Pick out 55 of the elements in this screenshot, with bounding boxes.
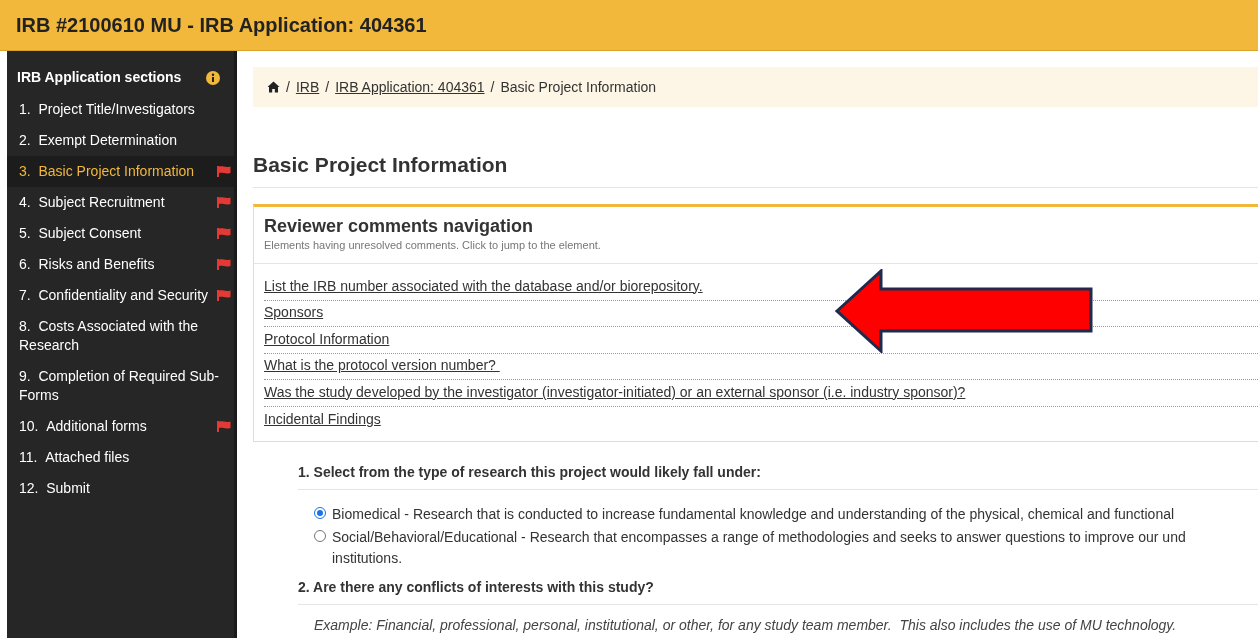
sidebar-item[interactable]: 8. Costs Associated with the Research (7, 311, 234, 361)
page-header-title: IRB #2100610 MU - IRB Application: 404361 (16, 13, 427, 38)
sidebar-item-label: 2. Exempt Determination (19, 131, 178, 150)
comment-link[interactable]: What is the protocol version number? (264, 355, 500, 376)
breadcrumb-link[interactable]: IRB (295, 76, 320, 98)
flag-icon (217, 197, 231, 208)
comment-link[interactable]: Incidental Findings (264, 409, 381, 430)
sidebar-item[interactable]: 7. Confidentiality and Security (7, 280, 234, 311)
flag-icon (217, 228, 231, 239)
sidebar-item[interactable]: 3. Basic Project Information (7, 156, 234, 187)
comment-link[interactable]: List the IRB number associated with the database and/or biorepository. (264, 275, 703, 297)
sidebar-item-label: 6. Risks and Benefits (19, 255, 156, 274)
question-label: 2. Are there any conflicts of interests with this study? (298, 577, 1258, 605)
sidebar-title: IRB Application sections (17, 68, 182, 87)
sidebar-item-label: 10. Additional forms (19, 417, 148, 436)
sidebar-item[interactable]: 12. Submit (7, 473, 234, 504)
flag-icon (217, 290, 231, 301)
comment-link[interactable]: Was the study developed by the investigator (investigator-initiated) or an external sponsor (i.e. industry sponsor)? (264, 381, 966, 403)
sidebar-item[interactable]: 2. Exempt Determination (7, 125, 234, 156)
info-icon[interactable] (206, 70, 220, 85)
section-heading: Basic Project Information (253, 149, 1258, 188)
breadcrumb-current: Basic Project Information (500, 77, 657, 97)
sidebar-item-label: 5. Subject Consent (19, 224, 143, 243)
home-icon[interactable] (267, 81, 280, 93)
question-label: 1. Select from the type of research this project would likely fall under: (298, 462, 1258, 490)
flag-icon (217, 421, 231, 432)
sidebar-item-label: 4. Subject Recruitment (19, 193, 166, 212)
radio-label-continuation: institutions. (332, 549, 404, 568)
question-hint: Example: Financial, professional, personal, institutional, or other, for any study team member. This also includes the use of MU technology. (313, 616, 1178, 635)
breadcrumb-separator: / (286, 77, 290, 97)
flag-icon (217, 166, 231, 177)
sidebar-item[interactable]: 5. Subject Consent (7, 218, 234, 249)
radio-label: Social/Behavioral/Educational - Research that encompasses a range of methodologies and seeks to answer questions to improve our und (332, 528, 1186, 547)
radio-label: Biomedical - Research that is conducted to increase fundamental knowledge and understanding of the physical, chemical and functional (332, 505, 1175, 524)
sidebar-item-label: 7. Confidentiality and Security (19, 286, 210, 305)
comment-link[interactable]: Sponsors (264, 302, 324, 323)
sidebar-item-label: 9. Completion of Required Sub-Forms (19, 367, 220, 405)
sidebar-item-label: 3. Basic Project Information (19, 162, 196, 181)
sidebar-item[interactable]: 9. Completion of Required Sub-Forms (7, 361, 234, 411)
sidebar-item[interactable]: 4. Subject Recruitment (7, 187, 234, 218)
sidebar-item[interactable]: 1. Project Title/Investigators (7, 94, 234, 125)
sidebar-item[interactable]: 6. Risks and Benefits (7, 249, 234, 280)
comment-link[interactable]: Protocol Information (264, 328, 390, 350)
breadcrumb-link[interactable]: IRB Application: 404361 (335, 76, 485, 98)
sidebar-item[interactable]: 11. Attached files (7, 442, 234, 473)
card-title: Reviewer comments navigation (264, 214, 535, 237)
breadcrumb-separator: / (325, 77, 330, 97)
sidebar-item-label: 1. Project Title/Investigators (19, 100, 196, 119)
sidebar-item-label: 12. Submit (19, 479, 91, 498)
flag-icon (217, 259, 231, 270)
sidebar-item-label: 11. Attached files (19, 448, 131, 467)
card-subtitle: Elements having unresolved comments. Click to jump to the element. (264, 237, 602, 253)
sidebar-item[interactable]: 10. Additional forms (7, 411, 234, 442)
breadcrumb-separator: / (490, 77, 495, 97)
sidebar-item-label: 8. Costs Associated with the Research (19, 317, 199, 355)
